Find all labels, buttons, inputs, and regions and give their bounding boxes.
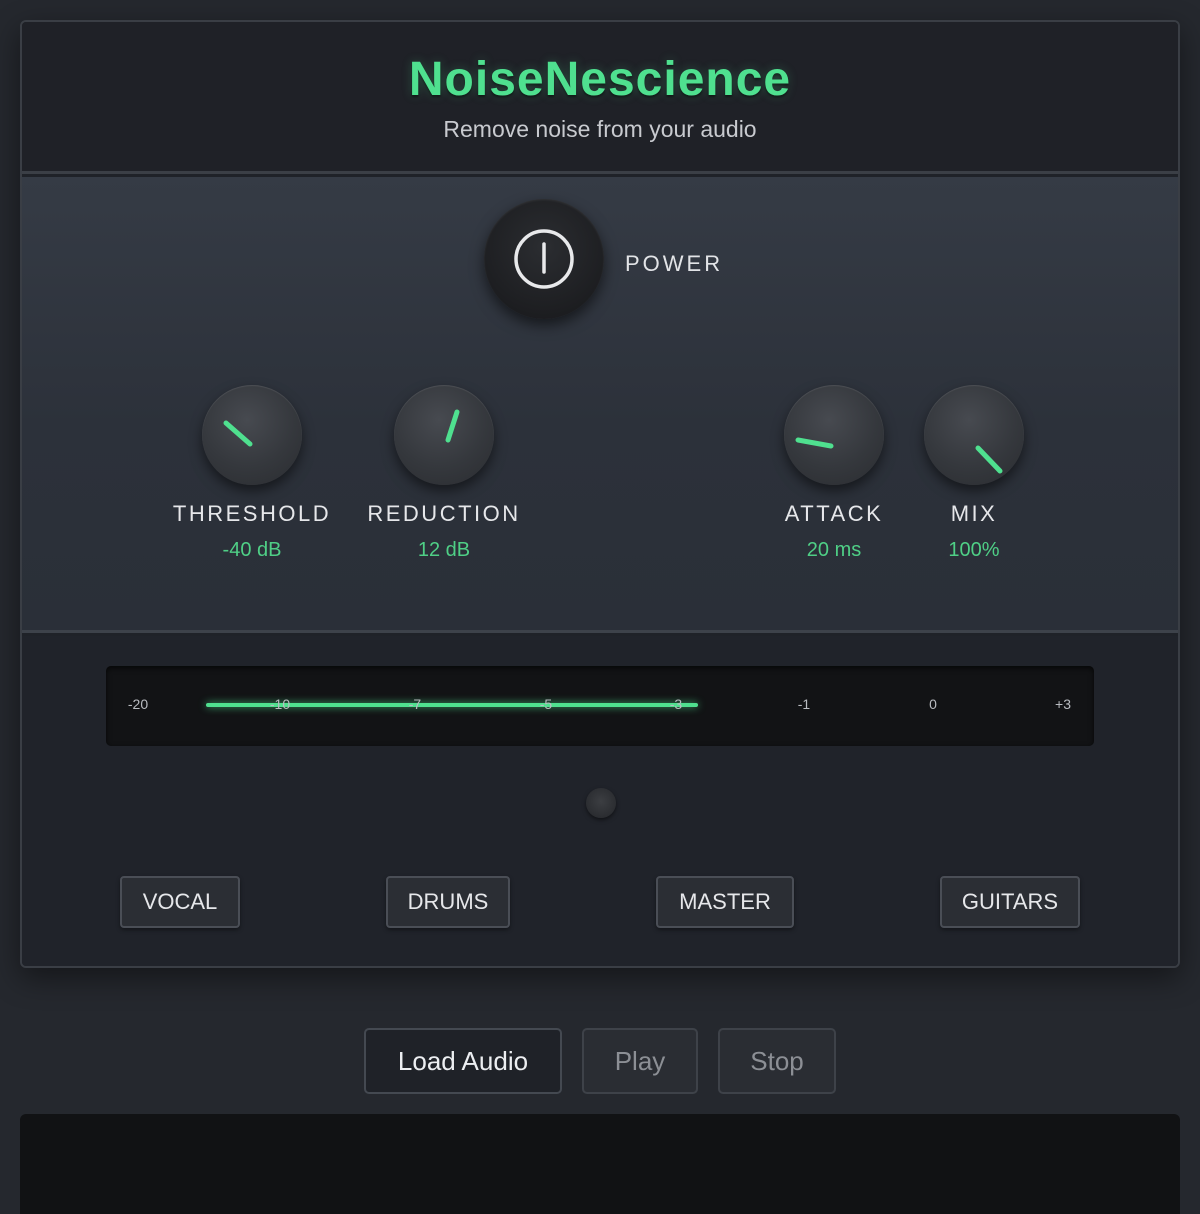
meter-tick: -10 [269,696,291,712]
meter-tick: -3 [669,696,683,712]
app-title: NoiseNescience [408,53,792,106]
reduction-label: REDUCTION [367,501,521,526]
meter-tick: -20 [127,696,149,712]
preset-button-guitars[interactable]: GUITARS [940,876,1080,928]
meter-tick: +3 [1055,696,1071,712]
meter-tick: -7 [408,696,422,712]
preset-button-vocal[interactable]: VOCAL [120,876,240,928]
reduction-knob[interactable] [394,385,494,485]
mix-value: 100% [948,539,1000,561]
preset-button-drums[interactable]: DRUMS [386,876,510,928]
app-subtitle: Remove noise from your audio [443,116,757,142]
status-led [586,788,616,818]
waveform-display [20,1114,1180,1214]
attack-knob-indicator [795,437,834,449]
threshold-label: THRESHOLD [172,501,332,526]
load-audio-button[interactable]: Load Audio [364,1028,562,1094]
mix-knob-indicator [975,445,1003,474]
meter-tick: 0 [929,696,937,712]
reduction-knob-indicator [445,409,460,443]
power-icon [514,229,574,289]
power-label: POWER [625,251,724,276]
preset-button-master[interactable]: MASTER [656,876,794,928]
power-button[interactable] [484,199,604,319]
plugin-header: NoiseNescience Remove noise from your au… [22,22,1178,174]
threshold-knob-indicator [223,420,253,447]
controls-panel: POWER THRESHOLD -40 dB REDUCTION 12 dB A… [22,177,1178,633]
threshold-knob[interactable] [202,385,302,485]
meter-tick: -5 [539,696,553,712]
mix-knob[interactable] [924,385,1024,485]
stop-button[interactable]: Stop [718,1028,836,1094]
mix-label: MIX [950,501,998,526]
meter-area: -20 -10 -7 -5 -3 -1 0 +3 VOCAL DRUMS MAS… [22,636,1178,966]
reduction-value: 12 dB [417,539,471,561]
attack-knob[interactable] [784,385,884,485]
play-button[interactable]: Play [582,1028,698,1094]
threshold-value: -40 dB [222,539,282,561]
plugin-window: NoiseNescience Remove noise from your au… [20,20,1180,968]
level-meter: -20 -10 -7 -5 -3 -1 0 +3 [106,666,1094,746]
meter-tick: -1 [797,696,811,712]
